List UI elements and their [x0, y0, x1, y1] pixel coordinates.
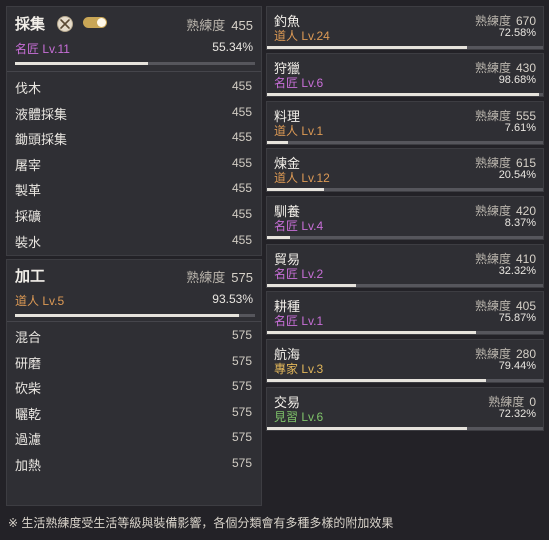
life-skill-card[interactable]: 航海 熟練度 280 專家 Lv.3 79.44% — [266, 339, 544, 383]
life-skill-card[interactable]: 交易 熟練度 0 見習 Lv.6 72.32% — [266, 387, 544, 431]
gathering-panel: 採集 熟練度 455 名匠 Lv.11 55.34% 伐木 455 液體採集 455 鋤頭… — [6, 6, 262, 256]
skill-name: 曬乾 — [15, 406, 42, 422]
skill-row[interactable]: 屠宰 455 — [7, 151, 261, 177]
skill-value: 575 — [231, 404, 252, 419]
skill-value: 575 — [231, 328, 252, 342]
skill-rank: 道人 Lv.1 — [274, 124, 324, 138]
skill-rank: 名匠 Lv.4 — [274, 219, 324, 233]
skill-value: 575 — [231, 379, 252, 394]
skill-progress-bar — [267, 236, 543, 239]
skill-name: 鋤頭採集 — [15, 132, 68, 148]
skill-rank: 專家 Lv.3 — [274, 362, 324, 376]
skill-name: 伐木 — [15, 81, 42, 96]
skill-name: 製革 — [15, 183, 42, 199]
life-skill-card[interactable]: 馴養 熟練度 420 名匠 Lv.4 8.37% — [266, 196, 544, 240]
skill-progress-bar — [267, 379, 543, 382]
skill-row[interactable]: 過濾 575 — [7, 425, 261, 451]
skill-rank: 道人 Lv.24 — [274, 29, 330, 43]
skill-percent: 98.68% — [498, 74, 536, 86]
skill-percent: 7.61% — [504, 122, 536, 134]
life-skill-card[interactable]: 料理 熟練度 555 道人 Lv.1 7.61% — [266, 101, 544, 145]
skill-progress-bar — [267, 331, 543, 334]
skill-name: 液體採集 — [15, 106, 68, 122]
skill-value: 455 — [231, 104, 252, 119]
skill-name: 採礦 — [15, 208, 42, 224]
skill-value: 455 — [231, 181, 252, 196]
skill-value: 575 — [231, 353, 252, 368]
skill-percent: 75.87% — [498, 312, 536, 324]
skill-value: 455 — [231, 130, 252, 145]
gathering-progress-bar — [15, 62, 255, 65]
processing-panel: 加工 熟練度 575 道人 Lv.5 93.53% 混合 575 研磨 575 砍柴 575… — [6, 259, 262, 506]
skill-rank: 名匠 Lv.2 — [274, 267, 324, 281]
gathering-list: 伐木 455 液體採集 455 鋤頭採集 455 屠宰 455 製革 455 採礦 455 裝水 455 — [7, 74, 261, 253]
skill-progress-bar — [267, 284, 543, 287]
skill-percent: 8.37% — [504, 217, 536, 229]
life-skill-card[interactable]: 煉金 熟練度 615 道人 Lv.12 20.54% — [266, 148, 544, 192]
skill-name: 研磨 — [15, 355, 42, 371]
skill-row[interactable]: 採礦 455 — [7, 202, 261, 228]
skill-progress-bar — [267, 188, 543, 191]
skill-percent: 79.44% — [498, 360, 536, 372]
skill-row[interactable]: 鋤頭採集 455 — [7, 125, 261, 151]
skill-row[interactable]: 伐木 455 — [7, 74, 261, 100]
skill-value: 575 — [231, 455, 252, 470]
skill-row[interactable]: 混合 575 — [7, 323, 261, 349]
life-skill-card[interactable]: 貿易 熟練度 410 名匠 Lv.2 32.32% — [266, 244, 544, 288]
gathering-proficiency: 熟練度 455 — [186, 18, 253, 33]
processing-proficiency: 熟練度 575 — [186, 270, 253, 285]
skill-percent: 72.58% — [498, 27, 536, 39]
processing-progress-bar — [15, 314, 255, 317]
skill-row[interactable]: 液體採集 455 — [7, 100, 261, 126]
skill-progress-bar — [267, 141, 543, 144]
processing-list: 混合 575 研磨 575 砍柴 575 曬乾 575 過濾 575 加熱 575 — [7, 323, 261, 477]
skill-row[interactable]: 加熱 575 — [7, 451, 261, 477]
skill-percent: 72.32% — [498, 408, 536, 420]
skill-progress-bar — [267, 93, 543, 96]
skill-value: 575 — [231, 430, 252, 445]
skill-row[interactable]: 曬乾 575 — [7, 400, 261, 426]
skill-value: 455 — [231, 155, 252, 170]
skill-row[interactable]: 研磨 575 — [7, 349, 261, 375]
processing-rank: 道人 Lv.5 — [15, 294, 65, 308]
skill-progress-bar — [267, 427, 543, 430]
gathering-title: 採集 — [15, 16, 46, 33]
skill-name: 過濾 — [15, 432, 42, 448]
processing-percent: 93.53% — [212, 292, 253, 306]
skill-rank: 見習 Lv.6 — [274, 410, 324, 424]
skill-rank: 道人 Lv.12 — [274, 171, 330, 185]
skill-name: 加熱 — [15, 457, 42, 473]
gathering-rank: 名匠 Lv.11 — [15, 42, 70, 56]
toggle-switch[interactable] — [83, 17, 107, 28]
skill-name: 砍柴 — [15, 381, 42, 397]
skill-rank: 名匠 Lv.1 — [274, 314, 324, 328]
skill-percent: 32.32% — [498, 265, 536, 277]
skill-name: 混合 — [15, 330, 42, 345]
skill-row[interactable]: 製革 455 — [7, 176, 261, 202]
skill-row[interactable]: 裝水 455 — [7, 228, 261, 254]
skill-value: 455 — [231, 232, 252, 247]
skill-name: 屠宰 — [15, 157, 42, 173]
life-skill-card[interactable]: 釣魚 熟練度 670 道人 Lv.24 72.58% — [266, 6, 544, 50]
skill-value: 455 — [231, 79, 252, 93]
processing-title: 加工 — [15, 268, 46, 285]
footer-note: ※ 生活熟練度受生活等級與裝備影響，各個分類會有多種多樣的附加效果 — [8, 516, 394, 530]
skill-percent: 20.54% — [498, 169, 536, 181]
gathering-percent: 55.34% — [212, 40, 253, 54]
life-skill-card[interactable]: 耕種 熟練度 405 名匠 Lv.1 75.87% — [266, 291, 544, 335]
skill-row[interactable]: 砍柴 575 — [7, 374, 261, 400]
skill-rank: 名匠 Lv.6 — [274, 76, 324, 90]
life-skill-card[interactable]: 狩獵 熟練度 430 名匠 Lv.6 98.68% — [266, 53, 544, 97]
skill-progress-bar — [267, 46, 543, 49]
skill-name: 裝水 — [15, 234, 42, 250]
skill-value: 455 — [231, 206, 252, 221]
tools-icon[interactable] — [57, 16, 73, 32]
